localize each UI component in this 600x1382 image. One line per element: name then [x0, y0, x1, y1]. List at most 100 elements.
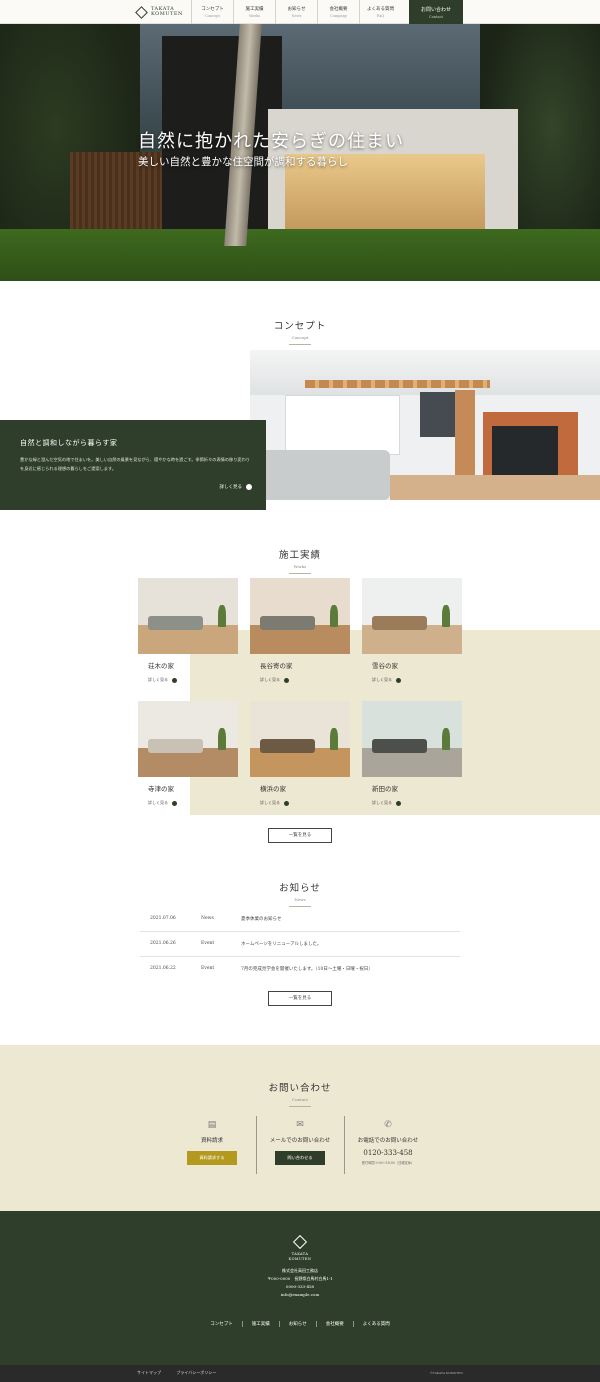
news-list-button[interactable]: 一覧を見る: [268, 991, 332, 1006]
nav-sublabel: Company: [330, 14, 347, 18]
header-contact-button[interactable]: お問い合わせ Contact: [409, 0, 463, 24]
contact-label: メールでのお問い合わせ: [269, 1138, 331, 1144]
work-name: 荘木の家: [148, 662, 174, 670]
more-label: 詳しく見る: [148, 677, 168, 682]
nav-sublabel: FAQ: [376, 14, 385, 18]
more-label: 詳しく見る: [260, 677, 280, 682]
more-label: 詳しく見る: [372, 800, 392, 805]
photo-tv: [420, 392, 455, 437]
arrow-circle-icon: [284, 800, 289, 806]
nav-item-company[interactable]: 会社概要 Company: [317, 0, 359, 24]
concept-text: 豊かな緑と澄んだ空気の地で住まいを。美しい自然の風景を見ながら、穏やかな時を過ご…: [20, 457, 250, 471]
phone-number[interactable]: 0120-333-458: [356, 1149, 420, 1157]
section-title: お知らせ: [279, 883, 321, 894]
news-date: 2021.06.22: [150, 966, 176, 971]
work-more-link[interactable]: 詳しく見る: [260, 800, 289, 806]
nav-item-works[interactable]: 施工実績 Works: [233, 0, 275, 24]
contact-label: 資料請求: [200, 1138, 223, 1144]
photo-plant: [442, 604, 450, 628]
footer-nav-company[interactable]: 会社概要: [315, 1321, 353, 1327]
photo-window: [285, 395, 400, 455]
work-name: 雪谷の家: [372, 662, 398, 670]
section-subtitle: Concept: [291, 335, 309, 340]
news-category: Event: [201, 941, 215, 946]
footer-nav-faq[interactable]: よくある質問: [352, 1321, 399, 1327]
concept-more-link[interactable]: 詳しく見る: [220, 484, 252, 490]
work-more-link[interactable]: 詳しく見る: [148, 800, 177, 806]
photo-sofa: [260, 616, 315, 630]
work-photo: [362, 701, 462, 777]
more-label: 詳しく見る: [372, 677, 392, 682]
nav-item-concept[interactable]: コンセプト Concept: [191, 0, 233, 24]
site-logo[interactable]: TAKATA KOMUTEN: [135, 4, 183, 20]
nav-label: よくある質問: [367, 7, 394, 12]
photo-floor: [390, 475, 600, 500]
footer-company: 株式会社高田工務店: [282, 1268, 318, 1273]
news-item[interactable]: 2021.06.22 Event 7月の完成見学会を開催いたします。（10日〜土…: [150, 966, 450, 978]
footer-email[interactable]: info@example.com: [0, 1291, 600, 1299]
contact-label: お電話でのお問い合わせ: [357, 1138, 419, 1144]
photo-plant: [330, 727, 338, 751]
copyright: ©TAKATA KOMUTEN: [429, 1371, 463, 1375]
work-more-link[interactable]: 詳しく見る: [148, 677, 177, 683]
bottom-bar: サイトマップ プライバシーポリシー ©TAKATA KOMUTEN: [0, 1365, 600, 1382]
work-name: 寺津の家: [148, 785, 174, 793]
footer-company-info: 株式会社高田工務店 〒000-0000 長野県白馬村白馬1-1 0000-333…: [0, 1267, 600, 1299]
photo-table: [260, 739, 315, 753]
section-divider: [289, 344, 311, 345]
site-header: TAKATA KOMUTEN コンセプト Concept 施工実績 Works …: [0, 0, 600, 24]
news-title: 夏季休業のお知らせ: [241, 917, 282, 922]
nav-sublabel: News: [291, 14, 302, 18]
work-card[interactable]: 長谷寄の家 詳しく見る: [250, 578, 350, 688]
news-title: 7月の完成見学会を開催いたします。（10日〜土曜・日曜・祝日）: [241, 967, 373, 972]
news-divider: [140, 931, 460, 932]
photo-beam: [305, 380, 490, 388]
news-item[interactable]: 2021.07.06 News 夏季休業のお知らせ: [150, 916, 450, 928]
news-item[interactable]: 2021.06.26 Event ホームページをリニューアルしました。: [150, 941, 450, 953]
arrow-circle-icon: [172, 677, 177, 683]
more-label: 詳しく見る: [148, 800, 168, 805]
work-name: 新田の家: [372, 785, 398, 793]
nav-sublabel: Works: [248, 14, 261, 18]
news-title: ホームページをリニューアルしました。: [241, 942, 322, 947]
concept-heading: コンセプト Concept: [0, 318, 600, 345]
arrow-circle-icon: [284, 677, 289, 683]
photo-plant: [218, 727, 226, 751]
privacy-policy-link[interactable]: プライバシーポリシー: [176, 1370, 216, 1375]
nav-item-news[interactable]: お知らせ News: [275, 0, 317, 24]
arrow-circle-icon: [246, 484, 252, 490]
phone-icon: ✆: [384, 1120, 392, 1130]
nav-item-faq[interactable]: よくある質問 FAQ: [359, 0, 401, 24]
logo-mark-icon: [135, 5, 148, 19]
works-heading: 施工実績 Works: [0, 547, 600, 574]
nav-label: 会社概要: [329, 7, 348, 12]
work-more-link[interactable]: 詳しく見る: [372, 677, 401, 683]
section-divider: [289, 1106, 311, 1107]
work-card[interactable]: 寺津の家 詳しく見る: [138, 701, 238, 811]
footer-nav-news[interactable]: お知らせ: [278, 1321, 316, 1327]
arrow-circle-icon: [396, 677, 401, 683]
document-icon: ▤: [207, 1120, 217, 1130]
work-more-link[interactable]: 詳しく見る: [372, 800, 401, 806]
news-category: Event: [201, 966, 215, 971]
footer-logo[interactable]: TAKATA KOMUTEN: [285, 1234, 315, 1261]
footer-tel: 0000-333-458: [285, 1284, 315, 1289]
logo-line2: KOMUTEN: [151, 11, 183, 17]
sitemap-link[interactable]: サイトマップ: [137, 1370, 161, 1375]
section-subtitle: Contact: [292, 1097, 308, 1102]
work-card[interactable]: 新田の家 詳しく見る: [362, 701, 462, 811]
arrow-circle-icon: [172, 800, 177, 806]
request-document-button[interactable]: 資料請求する: [187, 1151, 237, 1165]
contact-heading: お問い合わせ Contact: [0, 1080, 600, 1107]
section-subtitle: News: [294, 897, 306, 902]
mail-contact-button[interactable]: 問い合わせる: [275, 1151, 325, 1165]
concept-photo: [250, 350, 600, 500]
works-list-button[interactable]: 一覧を見る: [268, 828, 332, 843]
work-card[interactable]: 雪谷の家 詳しく見る: [362, 578, 462, 688]
footer-nav-works[interactable]: 施工実績: [241, 1321, 279, 1327]
work-card[interactable]: 荘木の家 詳しく見る: [138, 578, 238, 688]
section-subtitle: Works: [293, 564, 307, 569]
work-more-link[interactable]: 詳しく見る: [260, 677, 289, 683]
work-card[interactable]: 横浜の家 詳しく見る: [250, 701, 350, 811]
footer-nav-concept[interactable]: コンセプト: [201, 1321, 242, 1327]
